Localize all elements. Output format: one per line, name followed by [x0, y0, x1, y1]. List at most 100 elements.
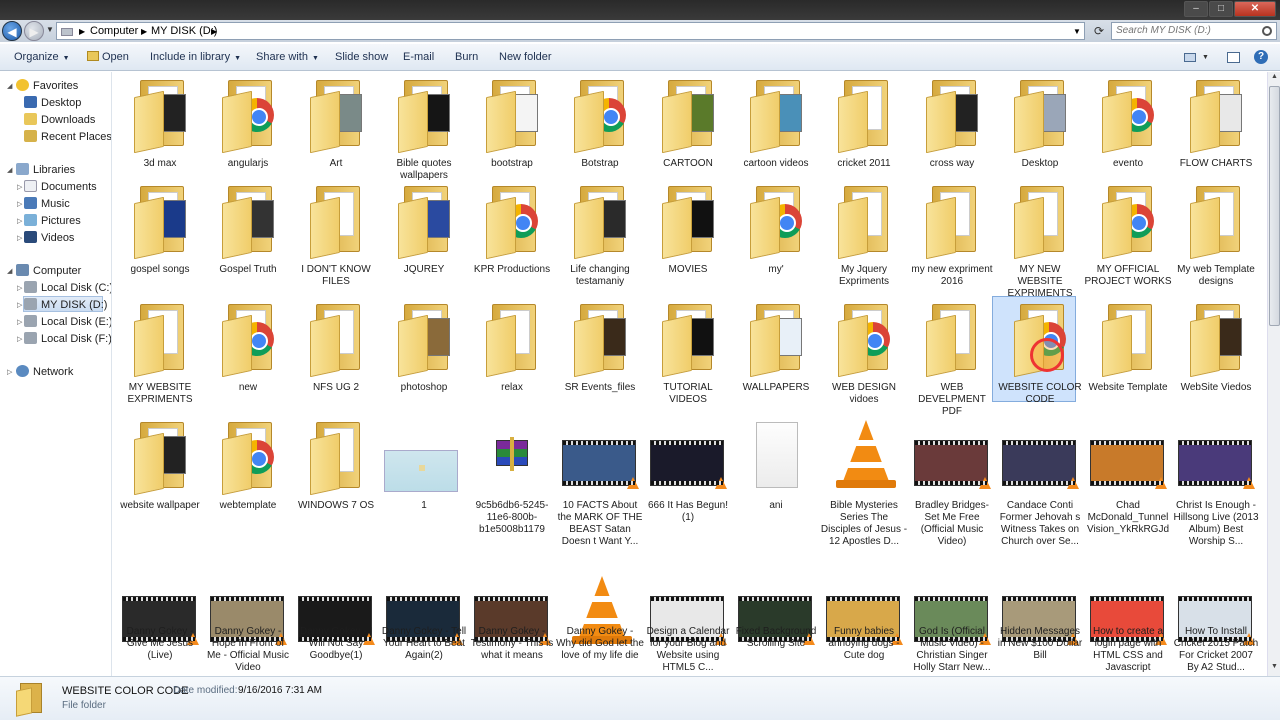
- folder-item[interactable]: WALLPAPERS: [734, 300, 818, 400]
- file-item[interactable]: Danny Gokey - Why did God let the love o…: [556, 574, 644, 674]
- expand-arrow-icon[interactable]: ▷: [17, 284, 22, 292]
- folder-item[interactable]: WINDOWS 7 OS: [294, 418, 378, 518]
- folder-item[interactable]: cartoon videos: [734, 76, 818, 176]
- expand-arrow-icon[interactable]: ▷: [17, 200, 22, 208]
- file-item[interactable]: ani: [734, 418, 818, 518]
- nav-videos[interactable]: Videos: [24, 230, 74, 246]
- recent-pages-arrow-icon[interactable]: ▼: [46, 25, 54, 34]
- view-options-arrow-icon[interactable]: ▼: [1202, 54, 1209, 61]
- breadcrumb-my-disk[interactable]: MY DISK (D:): [151, 25, 217, 37]
- folder-item[interactable]: NFS UG 2: [294, 300, 378, 400]
- folder-item[interactable]: photoshop: [382, 300, 466, 400]
- nav-computer[interactable]: Computer: [16, 263, 81, 279]
- expand-arrow-icon[interactable]: ▷: [17, 301, 22, 309]
- expand-arrow-icon[interactable]: ▷: [17, 234, 22, 242]
- folder-item[interactable]: TUTORIAL VIDEOS: [646, 300, 730, 405]
- file-item[interactable]: Candace Conti Former Jehovah s Witness T…: [998, 418, 1082, 547]
- nav-my-disk-d[interactable]: MY DISK (D:): [23, 296, 107, 312]
- burn-button[interactable]: Burn: [455, 51, 478, 63]
- folder-item[interactable]: My web Template designs: [1174, 182, 1258, 287]
- folder-item[interactable]: MY OFFICIAL PROJECT WORKS: [1084, 182, 1172, 287]
- folder-item[interactable]: WEB DEVELPMENT PDF: [910, 300, 994, 417]
- file-item[interactable]: Danny Gokey - I Will Not Say Goodbye(1): [294, 574, 378, 674]
- expand-arrow-icon[interactable]: ▷: [17, 183, 22, 191]
- folder-item[interactable]: WEB DESIGN vidoes: [822, 300, 906, 405]
- file-item[interactable]: Danny Gokey - Testimony - This is what i…: [470, 574, 554, 674]
- file-item[interactable]: How to create a login page with HTML CSS…: [1086, 574, 1170, 674]
- scroll-up-arrow-icon[interactable]: ▲: [1269, 73, 1280, 85]
- help-icon[interactable]: ?: [1254, 50, 1268, 64]
- search-box[interactable]: [1111, 22, 1277, 40]
- folder-item[interactable]: Desktop: [998, 76, 1082, 176]
- file-item[interactable]: Hidden Messages in New $100 Dollar Bill: [998, 574, 1082, 674]
- folder-item[interactable]: Botstrap: [558, 76, 642, 176]
- folder-item[interactable]: relax: [470, 300, 554, 400]
- folder-item[interactable]: MOVIES: [646, 182, 730, 282]
- folder-item[interactable]: KPR Productions: [470, 182, 554, 282]
- folder-item[interactable]: evento: [1086, 76, 1170, 176]
- back-button[interactable]: ◀: [2, 21, 22, 41]
- file-item[interactable]: Chad McDonald_Tunnel Vision_YkRkRGJd: [1086, 418, 1170, 535]
- folder-item[interactable]: cricket 2011: [822, 76, 906, 176]
- breadcrumb-separator-icon[interactable]: ▶: [141, 27, 147, 36]
- collapse-arrow-icon[interactable]: ◢: [7, 166, 12, 174]
- expand-arrow-icon[interactable]: ▷: [7, 368, 12, 376]
- close-button[interactable]: ✕: [1234, 1, 1276, 17]
- nav-documents[interactable]: Documents: [24, 179, 97, 195]
- nav-music[interactable]: Music: [24, 196, 70, 212]
- address-bar[interactable]: ▶ Computer ▶ MY DISK (D:) ▶ ▼: [56, 22, 1085, 40]
- scroll-down-arrow-icon[interactable]: ▼: [1269, 663, 1280, 675]
- folder-item[interactable]: MY WEBSITE EXPRIMENTS: [118, 300, 202, 405]
- file-item[interactable]: 666 It Has Begun!(1): [646, 418, 730, 523]
- folder-item[interactable]: my': [734, 182, 818, 282]
- file-item[interactable]: 1: [382, 418, 466, 518]
- share-with-button[interactable]: Share with ▼: [256, 51, 319, 63]
- file-item[interactable]: Design a Calendar for your Blog and Webs…: [646, 574, 730, 674]
- nav-downloads[interactable]: Downloads: [24, 112, 95, 128]
- folder-item[interactable]: SR Events_files: [558, 300, 642, 400]
- file-item[interactable]: Bradley Bridges-Set Me Free (Official Mu…: [910, 418, 994, 547]
- folder-item[interactable]: webtemplate: [206, 418, 290, 518]
- nav-favorites[interactable]: Favorites: [16, 78, 78, 94]
- file-item[interactable]: Fixed Background Scrolling Site: [734, 574, 818, 674]
- file-item[interactable]: Bible Mysteries Series The Disciples of …: [821, 418, 907, 547]
- folder-item[interactable]: bootstrap: [470, 76, 554, 176]
- nav-local-disk-e[interactable]: Local Disk (E:): [24, 314, 111, 330]
- vertical-scrollbar[interactable]: ▲ ▼: [1267, 72, 1280, 676]
- file-item[interactable]: Danny Gokey - Tell Your Heart to Beat Ag…: [382, 574, 466, 674]
- minimize-button[interactable]: –: [1184, 1, 1208, 17]
- folder-item[interactable]: angularjs: [206, 76, 290, 176]
- collapse-arrow-icon[interactable]: ◢: [7, 267, 12, 275]
- scroll-thumb[interactable]: [1269, 86, 1280, 326]
- file-item[interactable]: 10 FACTS About the MARK OF THE BEAST Sat…: [558, 418, 642, 547]
- breadcrumb-separator-icon[interactable]: ▶: [79, 27, 85, 36]
- expand-arrow-icon[interactable]: ▷: [17, 217, 22, 225]
- folder-item[interactable]: Bible quotes wallpapers: [382, 76, 466, 181]
- address-history-arrow-icon[interactable]: ▼: [1073, 27, 1081, 36]
- nav-network[interactable]: Network: [16, 364, 73, 380]
- file-item[interactable]: 9c5b6db6-5245-11e6-800b-b1e5008b1179: [470, 418, 554, 535]
- open-button[interactable]: Open: [87, 51, 129, 63]
- breadcrumb-computer[interactable]: Computer: [90, 25, 138, 37]
- refresh-icon[interactable]: ⟳: [1090, 22, 1108, 40]
- folder-item[interactable]: My Jquery Expriments: [822, 182, 906, 287]
- file-item[interactable]: Funny babies annoying dogs - Cute dog: [822, 574, 906, 674]
- forward-button[interactable]: ▶: [24, 21, 44, 41]
- breadcrumb-separator-icon[interactable]: ▶: [211, 27, 217, 36]
- nav-local-disk-c[interactable]: Local Disk (C:): [24, 280, 111, 296]
- expand-arrow-icon[interactable]: ▷: [17, 318, 22, 326]
- folder-item[interactable]: 3d max: [118, 76, 202, 176]
- folder-item[interactable]: JQUREY: [382, 182, 466, 282]
- folder-item[interactable]: gospel songs: [118, 182, 202, 282]
- folder-item[interactable]: website wallpaper: [118, 418, 202, 518]
- include-in-library-button[interactable]: Include in library ▼: [150, 51, 241, 63]
- folder-item[interactable]: FLOW CHARTS: [1174, 76, 1258, 176]
- folder-item[interactable]: MY NEW WEBSITE EXPRIMENTS: [998, 182, 1082, 299]
- preview-pane-icon[interactable]: [1227, 52, 1240, 63]
- nav-desktop[interactable]: Desktop: [24, 95, 81, 111]
- change-view-icon[interactable]: [1184, 53, 1196, 62]
- search-icon[interactable]: [1262, 26, 1272, 36]
- file-item[interactable]: Danny Gokey - Give Me Jesus (Live): [118, 574, 202, 674]
- nav-recent-places[interactable]: Recent Places: [24, 129, 111, 145]
- search-input[interactable]: [1116, 25, 1256, 36]
